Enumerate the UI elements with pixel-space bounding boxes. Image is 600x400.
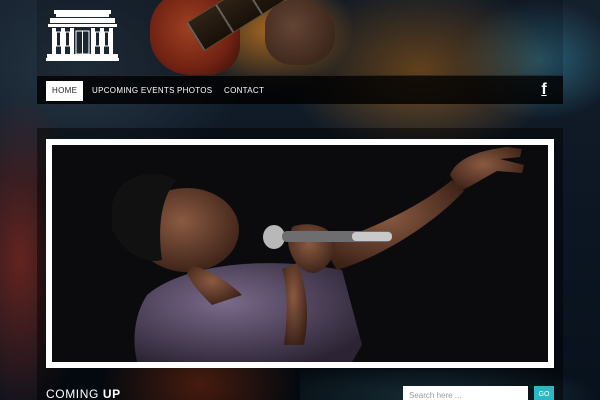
main-nav: HOME UPCOMING EVENTS PHOTOS CONTACT f — [37, 75, 563, 104]
building-icon — [46, 10, 119, 61]
coming-up-heading: COMING UP — [46, 387, 121, 400]
search-input[interactable] — [403, 386, 528, 400]
nav-home[interactable]: HOME — [46, 81, 84, 101]
facebook-icon[interactable]: f — [539, 82, 549, 98]
nav-contact[interactable]: CONTACT — [218, 81, 270, 101]
nav-upcoming-events[interactable]: UPCOMING EVENTS — [86, 81, 181, 101]
nav-photos[interactable]: PHOTOS — [171, 81, 218, 101]
site-logo[interactable] — [46, 10, 119, 62]
page-container: HOME UPCOMING EVENTS PHOTOS CONTACT f CO… — [37, 0, 563, 400]
hero-banner — [46, 139, 554, 368]
singer-on-stage-photo — [52, 145, 548, 362]
search-go-button[interactable]: GO — [534, 386, 554, 400]
coming-up-prefix: COMING — [46, 387, 103, 400]
singer-illustration — [112, 147, 524, 362]
coming-up-strong: UP — [102, 387, 121, 400]
